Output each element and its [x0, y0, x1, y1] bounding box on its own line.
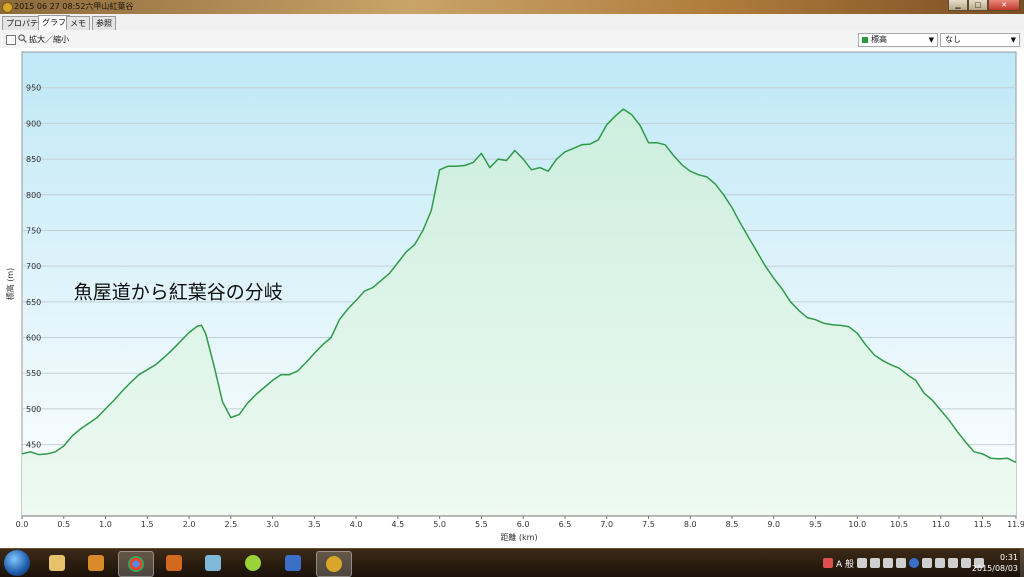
x-tick-label: 6.5: [559, 520, 572, 529]
metric-select[interactable]: 標高 ▼: [858, 33, 938, 47]
y-tick-label: 500: [26, 405, 41, 414]
tray-icon[interactable]: [935, 558, 945, 568]
tray-icon[interactable]: [883, 558, 893, 568]
window-title-bar[interactable]: 2015 06 27 08:52六甲山紅葉谷 ▁ □ ✕: [0, 0, 1024, 14]
window-title: 2015 06 27 08:52六甲山紅葉谷: [14, 2, 134, 11]
x-tick-label: 2.0: [183, 520, 196, 529]
x-tick-label: 7.0: [600, 520, 613, 529]
tray-icon[interactable]: [922, 558, 932, 568]
media-icon: [88, 555, 104, 571]
zoom-checkbox[interactable]: [6, 35, 16, 45]
x-tick-label: 3.5: [308, 520, 321, 529]
tray-icon[interactable]: [896, 558, 906, 568]
zoom-label: 拡大／縮小: [29, 35, 69, 44]
metric-select-value: 標高: [871, 35, 887, 44]
tab-bar: プロパティ グラフ メモ 参照: [0, 14, 1024, 31]
x-tick-label: 8.0: [684, 520, 697, 529]
x-tick-label: 1.5: [141, 520, 154, 529]
start-button[interactable]: [4, 550, 30, 576]
flag-icon[interactable]: [961, 558, 971, 568]
x-tick-label: 5.0: [433, 520, 446, 529]
y-tick-label: 450: [26, 441, 41, 450]
x-tick-label: 10.5: [890, 520, 908, 529]
chart-annotation: 魚屋道から紅葉谷の分岐: [74, 281, 283, 303]
y-tick-label: 900: [26, 119, 41, 128]
metric-color-swatch: [862, 37, 868, 43]
x-tick-label: 5.5: [475, 520, 488, 529]
second-select-value: なし: [945, 35, 961, 44]
magnifier-icon: [18, 34, 27, 43]
chevron-down-icon: ▼: [928, 36, 934, 44]
taskbar-app-3[interactable]: [236, 551, 270, 575]
x-tick-label: 2.5: [224, 520, 237, 529]
x-tick-label: 6.0: [517, 520, 530, 529]
ime-indicator[interactable]: A 般: [836, 557, 854, 570]
gps-app-icon: [326, 556, 342, 572]
window-controls: ▁ □ ✕: [948, 0, 1020, 11]
app-icon: [205, 555, 221, 571]
taskbar: A 般 0:31 2015/08/03: [0, 548, 1024, 577]
x-axis-label: 距離 (km): [500, 532, 537, 542]
tray-icon[interactable]: [857, 558, 867, 568]
system-tray: A 般: [822, 555, 984, 571]
tab-memo[interactable]: メモ: [66, 16, 90, 30]
app-icon: [285, 555, 301, 571]
clock-time: 0:31: [1000, 553, 1018, 562]
taskbar-explorer[interactable]: [40, 551, 74, 575]
show-desktop-button[interactable]: [1020, 549, 1024, 577]
x-tick-label: 4.5: [392, 520, 405, 529]
taskbar-app-2[interactable]: [196, 551, 230, 575]
tray-icon[interactable]: [870, 558, 880, 568]
x-tick-label: 0.0: [16, 520, 29, 529]
y-tick-label: 850: [26, 155, 41, 164]
y-tick-label: 700: [26, 262, 41, 271]
x-tick-label: 11.9: [1007, 520, 1024, 529]
tray-icon[interactable]: [948, 558, 958, 568]
help-icon[interactable]: [909, 558, 919, 568]
clock-date: 2015/08/03: [971, 564, 1018, 573]
chevron-down-icon: ▼: [1010, 36, 1016, 44]
x-tick-label: 9.0: [767, 520, 780, 529]
chart-panel: 4004505005506006507007508008509009500.00…: [0, 48, 1024, 548]
x-tick-label: 9.5: [809, 520, 822, 529]
taskbar-app-4[interactable]: [276, 551, 310, 575]
close-button[interactable]: ✕: [988, 0, 1020, 11]
taskbar-app-gps[interactable]: [316, 551, 352, 577]
taskbar-browser[interactable]: [118, 551, 154, 577]
y-axis-label: 標高 (m): [5, 268, 15, 301]
y-tick-label: 750: [26, 226, 41, 235]
app-icon: [245, 555, 261, 571]
clock[interactable]: 0:31 2015/08/03: [972, 552, 1018, 574]
minimize-button[interactable]: ▁: [948, 0, 968, 11]
taskbar-media[interactable]: [79, 551, 113, 575]
y-tick-label: 950: [26, 84, 41, 93]
y-tick-label: 800: [26, 191, 41, 200]
tab-reference[interactable]: 参照: [92, 16, 116, 30]
graph-toolbar: 拡大／縮小 標高 ▼ なし ▼: [0, 30, 1024, 49]
y-tick-label: 600: [26, 334, 41, 343]
folder-icon: [49, 555, 65, 571]
x-tick-label: 7.5: [642, 520, 655, 529]
x-tick-label: 11.5: [974, 520, 992, 529]
tray-icon[interactable]: [822, 558, 833, 568]
y-tick-label: 650: [26, 298, 41, 307]
app-icon: [166, 555, 182, 571]
x-tick-label: 4.0: [350, 520, 363, 529]
taskbar-app-1[interactable]: [157, 551, 191, 575]
x-tick-label: 8.5: [726, 520, 739, 529]
second-select[interactable]: なし ▼: [940, 33, 1020, 47]
browser-icon: [128, 556, 144, 572]
x-tick-label: 1.0: [99, 520, 112, 529]
y-tick-label: 550: [26, 369, 41, 378]
x-tick-label: 3.0: [266, 520, 279, 529]
x-tick-label: 10.0: [848, 520, 866, 529]
app-icon: [2, 2, 13, 13]
x-tick-label: 11.0: [932, 520, 950, 529]
x-tick-label: 0.5: [57, 520, 70, 529]
elevation-chart[interactable]: 4004505005506006507007508008509009500.00…: [0, 48, 1024, 548]
maximize-button[interactable]: □: [968, 0, 988, 11]
